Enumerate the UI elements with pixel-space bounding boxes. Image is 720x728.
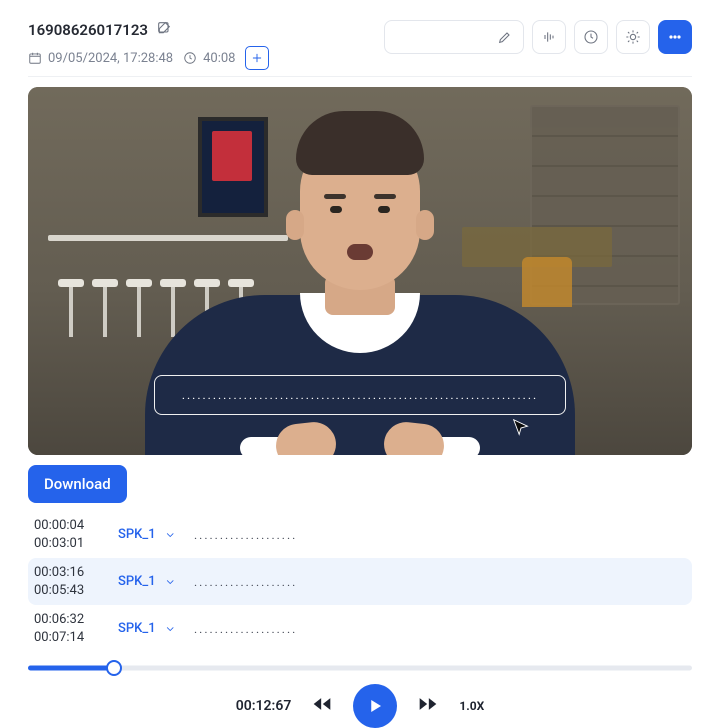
- history-button[interactable]: [574, 20, 608, 54]
- chevron-down-icon: [164, 575, 176, 589]
- transcript-row[interactable]: 00:00:0400:03:01 SPK_1...................…: [28, 511, 692, 558]
- speaker-select[interactable]: SPK_1: [118, 621, 176, 636]
- recording-date: 09/05/2024, 17:28:48: [28, 51, 173, 66]
- sun-icon: [625, 29, 641, 45]
- edit-title-icon[interactable]: [156, 20, 172, 40]
- segment-times: 00:00:0400:03:01: [34, 517, 100, 552]
- download-label: Download: [44, 475, 111, 493]
- chevron-down-icon: [164, 622, 176, 636]
- segment-text: ....................: [194, 622, 297, 636]
- rewind-icon: [311, 694, 333, 714]
- pencil-icon: [497, 29, 513, 45]
- segment-text: ....................: [194, 528, 297, 542]
- start-time: 00:03:16: [34, 564, 100, 582]
- search-input[interactable]: [384, 20, 524, 54]
- audio-icon: [541, 29, 557, 45]
- caption-placeholder: ........................................…: [182, 388, 538, 402]
- playback-rate[interactable]: 1.0X: [459, 699, 484, 713]
- clock-icon: [583, 29, 599, 45]
- end-time: 00:07:14: [34, 629, 100, 647]
- transcript-row[interactable]: 00:03:1600:05:43 SPK_1...................…: [28, 558, 692, 605]
- current-time: 00:12:67: [236, 698, 292, 714]
- duration-text: 40:08: [203, 51, 235, 66]
- chevron-down-icon: [164, 528, 176, 542]
- progress-bar[interactable]: [28, 658, 692, 678]
- add-button[interactable]: [245, 46, 269, 70]
- start-time: 00:06:32: [34, 611, 100, 629]
- calendar-icon: [28, 51, 42, 65]
- play-icon: [366, 697, 384, 715]
- end-time: 00:03:01: [34, 535, 100, 553]
- speaker-select[interactable]: SPK_1: [118, 574, 176, 589]
- progress-fill: [28, 666, 114, 671]
- theme-button[interactable]: [616, 20, 650, 54]
- audio-button[interactable]: [532, 20, 566, 54]
- ellipsis-icon: [667, 29, 683, 45]
- speaker-label: SPK_1: [118, 527, 156, 542]
- segment-times: 00:06:3200:07:14: [34, 611, 100, 646]
- video-player[interactable]: ........................................…: [28, 87, 692, 455]
- cursor-icon: [510, 417, 532, 443]
- end-time: 00:05:43: [34, 582, 100, 600]
- progress-thumb[interactable]: [106, 660, 122, 676]
- header: 16908626017123 09/05/2024, 17:28:48 40:0…: [28, 20, 692, 77]
- download-button[interactable]: Download: [28, 465, 127, 503]
- player-controls: 00:12:67 1.0X: [28, 684, 692, 728]
- date-text: 09/05/2024, 17:28:48: [48, 51, 173, 66]
- play-button[interactable]: [353, 684, 397, 728]
- start-time: 00:00:04: [34, 517, 100, 535]
- speaker-select[interactable]: SPK_1: [118, 527, 176, 542]
- rewind-button[interactable]: [311, 694, 333, 718]
- recording-title: 16908626017123: [28, 21, 148, 39]
- speaker-label: SPK_1: [118, 574, 156, 589]
- forward-icon: [417, 694, 439, 714]
- caption-input[interactable]: ........................................…: [154, 375, 566, 415]
- transcript-list: 00:00:0400:03:01 SPK_1...................…: [28, 511, 692, 652]
- clock-icon: [183, 51, 197, 65]
- speaker-label: SPK_1: [118, 621, 156, 636]
- segment-times: 00:03:1600:05:43: [34, 564, 100, 599]
- transcript-row[interactable]: 00:06:3200:07:14 SPK_1...................…: [28, 605, 692, 652]
- recording-duration: 40:08: [183, 51, 235, 66]
- more-button[interactable]: [658, 20, 692, 54]
- forward-button[interactable]: [417, 694, 439, 718]
- segment-text: ....................: [194, 575, 297, 589]
